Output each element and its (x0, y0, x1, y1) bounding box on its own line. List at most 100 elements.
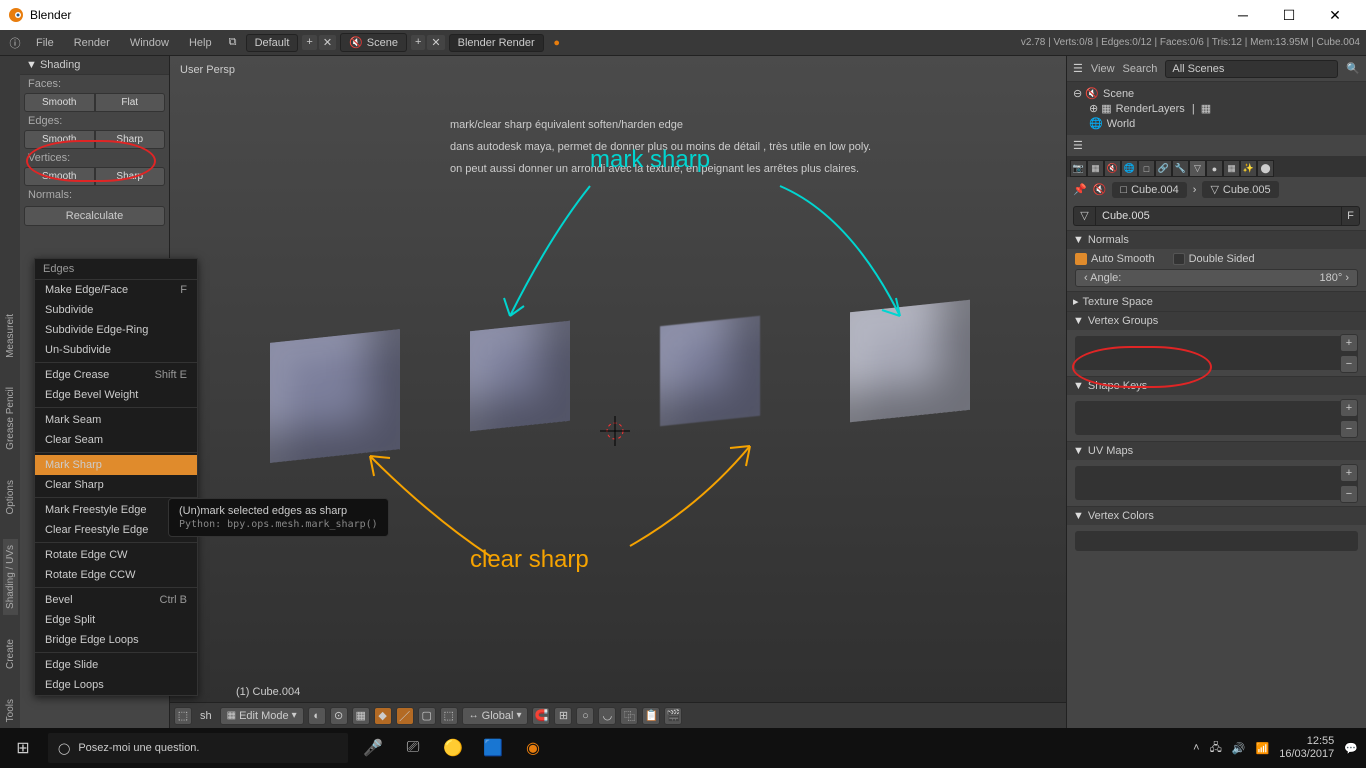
menu-item-edge-bevel-weight[interactable]: Edge Bevel Weight (35, 385, 197, 405)
vtab-tools[interactable]: Tools (3, 693, 18, 728)
editor-type-icon[interactable]: ⬚ (174, 707, 192, 725)
edges-sharp-button[interactable]: Sharp (95, 130, 166, 149)
menu-item-un-subdivide[interactable]: Un-Subdivide (35, 340, 197, 360)
tab-physics[interactable]: ⬤ (1257, 160, 1274, 177)
prop-edit-icon[interactable]: ○ (576, 707, 594, 725)
shape-keys-list[interactable] (1075, 401, 1358, 435)
tab-particles[interactable]: ✨ (1240, 160, 1257, 177)
menu-item-bridge-edge-loops[interactable]: Bridge Edge Loops (35, 630, 197, 650)
menu-item-subdivide[interactable]: Subdivide (35, 300, 197, 320)
menu-item-clear-seam[interactable]: Clear Seam (35, 430, 197, 450)
texture-space-header[interactable]: ▸ Texture Space (1067, 292, 1366, 311)
tray-wifi-icon[interactable]: 📶 (1256, 742, 1270, 755)
menu-item-edge-slide[interactable]: Edge Slide (35, 655, 197, 675)
render-engine-dropdown[interactable]: Blender Render (449, 34, 544, 52)
mic-icon[interactable]: 🎤 (358, 733, 388, 763)
copy-icon[interactable]: ⿻ (620, 707, 638, 725)
vg-rem-button[interactable]: − (1340, 355, 1358, 373)
mode-dropdown[interactable]: ▦ Edit Mode ▾ (220, 707, 304, 725)
crumb-object[interactable]: □ Cube.004 (1112, 182, 1186, 198)
faces-flat-button[interactable]: Flat (95, 93, 166, 112)
mesh-datablock-icon[interactable]: ▽ (1073, 206, 1095, 226)
blender-task-icon[interactable]: ◉ (518, 733, 548, 763)
menu-item-edge-split[interactable]: Edge Split (35, 610, 197, 630)
layout-add-button[interactable]: + (302, 35, 316, 50)
double-sided-checkbox[interactable]: Double Sided (1173, 253, 1255, 265)
pin-icon[interactable]: 📌 (1073, 183, 1087, 196)
3d-viewport[interactable]: User Persp mark/clear sharp équivalent s… (170, 56, 1066, 728)
vg-add-button[interactable]: + (1340, 334, 1358, 352)
vertex-groups-list[interactable] (1075, 336, 1358, 370)
vtab-shading-uvs[interactable]: Shading / UVs (3, 539, 18, 615)
vertex-colors-header[interactable]: ▼ Vertex Colors (1067, 507, 1366, 525)
tab-modifiers[interactable]: 🔧 (1172, 160, 1189, 177)
chrome-icon[interactable]: 🟡 (438, 733, 468, 763)
scene-dropdown[interactable]: 🔇 Scene (340, 33, 407, 52)
outliner-tree[interactable]: ⊖ 🔇 Scene ⊕ ▦ RenderLayers | ▦ 🌐 World (1067, 82, 1366, 135)
limit-sel-icon[interactable]: ⬚ (440, 707, 458, 725)
mesh-name-input[interactable] (1095, 206, 1342, 226)
tray-volume-icon[interactable]: 🔊 (1232, 742, 1246, 755)
tab-constraints[interactable]: 🔗 (1155, 160, 1172, 177)
taskview-icon[interactable]: ⎚ (398, 733, 428, 763)
faces-smooth-button[interactable]: Smooth (24, 93, 95, 112)
tab-renderlayers[interactable]: ▦ (1087, 160, 1104, 177)
face-select-icon[interactable]: ▢ (418, 707, 436, 725)
fake-user-button[interactable]: F (1342, 206, 1360, 226)
uv-maps-header[interactable]: ▼ UV Maps (1067, 442, 1366, 460)
layout-del-button[interactable]: ✕ (319, 35, 336, 50)
menu-item-mark-sharp[interactable]: Mark Sharp (35, 455, 197, 475)
snap-icon[interactable]: 🧲 (532, 707, 550, 725)
verts-sharp-button[interactable]: Sharp (95, 167, 166, 186)
shape-keys-header[interactable]: ▼ Shape Keys (1067, 377, 1366, 395)
vtab-options[interactable]: Options (3, 474, 18, 520)
menu-item-edge-crease[interactable]: Edge CreaseShift E (35, 365, 197, 385)
tab-scene[interactable]: 🔇 (1104, 160, 1121, 177)
paste-icon[interactable]: 📋 (642, 707, 660, 725)
uv-add-button[interactable]: + (1340, 464, 1358, 482)
cortana-search[interactable]: ◯ Posez-moi une question. (48, 733, 348, 763)
menu-window[interactable]: Window (122, 34, 177, 52)
menu-item-subdivide-edge-ring[interactable]: Subdivide Edge-Ring (35, 320, 197, 340)
recalculate-button[interactable]: Recalculate (24, 206, 165, 226)
edges-smooth-button[interactable]: Smooth (24, 130, 95, 149)
vertex-groups-header[interactable]: ▼ Vertex Groups (1067, 312, 1366, 330)
layer-icon[interactable]: ▦ (352, 707, 370, 725)
crumb-mesh[interactable]: ▽ Cube.005 (1202, 181, 1278, 198)
menu-item-clear-sharp[interactable]: Clear Sharp (35, 475, 197, 495)
angle-slider[interactable]: ‹ Angle: 180° › (1075, 269, 1358, 287)
back-to-prev-icon[interactable]: ⧉ (224, 36, 242, 49)
scene-del-button[interactable]: ✕ (427, 35, 444, 50)
props-editor-icon[interactable]: ☰ (1073, 139, 1083, 152)
tray-time[interactable]: 12:55 (1279, 735, 1334, 748)
shading-panel-header[interactable]: ▼ Shading (20, 56, 169, 75)
menu-item-mark-seam[interactable]: Mark Seam (35, 410, 197, 430)
render-icon[interactable]: 🎬 (664, 707, 682, 725)
menu-item-make-edge-face[interactable]: Make Edge/FaceF (35, 280, 197, 300)
sk-rem-button[interactable]: − (1340, 420, 1358, 438)
menu-file[interactable]: File (28, 34, 62, 52)
vertex-colors-list[interactable] (1075, 531, 1358, 551)
view-menu[interactable]: sh (196, 710, 216, 722)
shading-mode-icon[interactable]: ◐ (308, 707, 326, 725)
close-button[interactable]: ✕ (1312, 0, 1358, 30)
tab-render[interactable]: 📷 (1070, 160, 1087, 177)
tab-world[interactable]: 🌐 (1121, 160, 1138, 177)
auto-smooth-checkbox[interactable]: Auto Smooth (1075, 253, 1155, 265)
snap-target-icon[interactable]: ⊞ (554, 707, 572, 725)
menu-render[interactable]: Render (66, 34, 118, 52)
start-button[interactable]: ⊞ (8, 733, 38, 763)
sk-add-button[interactable]: + (1340, 399, 1358, 417)
tray-notifications-icon[interactable]: 💬 (1344, 742, 1358, 755)
tab-material[interactable]: ● (1206, 160, 1223, 177)
vtab-grease-pencil[interactable]: Grease Pencil (3, 381, 18, 456)
outliner-search[interactable]: Search (1123, 63, 1158, 75)
tray-up-icon[interactable]: ˄ (1193, 742, 1199, 754)
screen-layout-dropdown[interactable]: Default (246, 34, 299, 52)
tab-object[interactable]: □ (1138, 160, 1155, 177)
discord-icon[interactable]: 🟦 (478, 733, 508, 763)
outliner-view[interactable]: View (1091, 63, 1115, 75)
tray-date[interactable]: 16/03/2017 (1279, 748, 1334, 761)
search-icon[interactable]: 🔍 (1346, 62, 1360, 75)
menu-help[interactable]: Help (181, 34, 220, 52)
